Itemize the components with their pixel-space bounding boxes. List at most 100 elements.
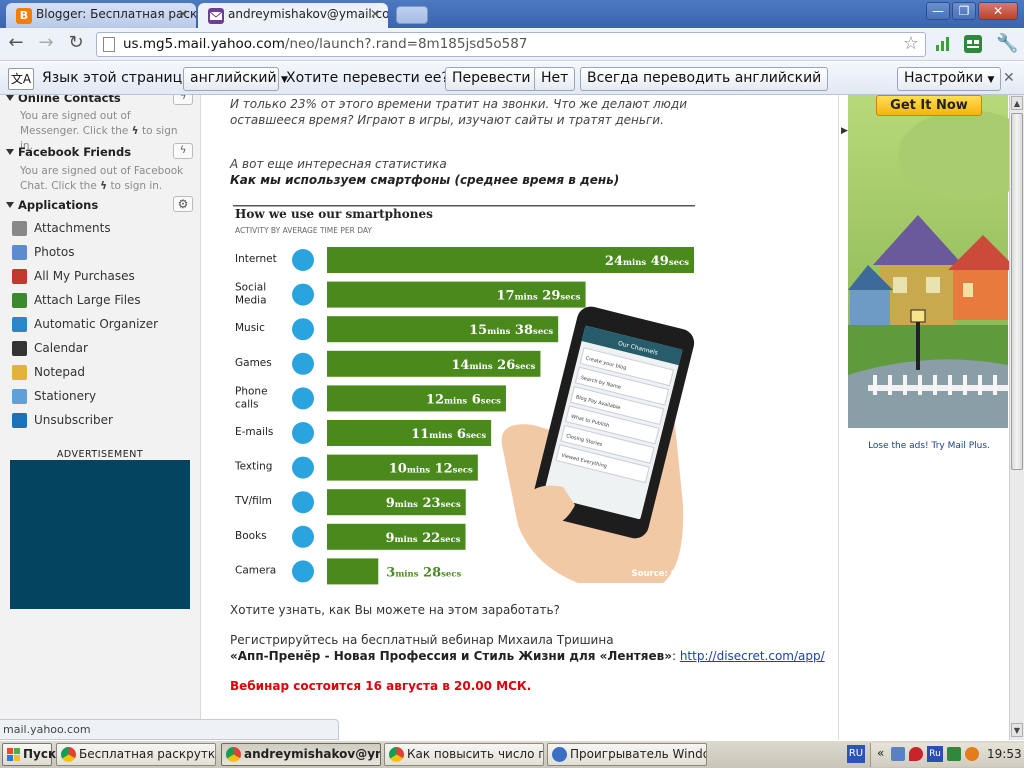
back-icon[interactable]: ← bbox=[4, 32, 28, 56]
plane-icon bbox=[12, 293, 27, 308]
app-item-label: Attach Large Files bbox=[34, 293, 141, 307]
tab-yahoo-mail[interactable]: andreymishakov@ymail.com - ✕ bbox=[198, 3, 388, 28]
facebook-status-icon[interactable]: ϟ bbox=[173, 143, 193, 159]
purchases-icon bbox=[12, 269, 27, 284]
clock[interactable]: 19:53 bbox=[987, 747, 1022, 761]
translate-button[interactable]: Перевести bbox=[445, 67, 538, 91]
bookmark-star-icon[interactable]: ☆ bbox=[903, 33, 919, 54]
always-translate-button[interactable]: Всегда переводить английский bbox=[580, 67, 829, 91]
chevron-down-icon: ▼ bbox=[987, 75, 995, 85]
tray-expand-icon[interactable]: « bbox=[877, 746, 884, 760]
tray-app-icon[interactable] bbox=[947, 747, 961, 761]
scroll-down-icon[interactable]: ▼ bbox=[1011, 723, 1023, 737]
close-tab-icon[interactable]: ✕ bbox=[178, 7, 188, 21]
network-icon[interactable] bbox=[891, 747, 905, 761]
language-bar-icon[interactable]: Ru bbox=[927, 746, 943, 762]
taskbar-task[interactable]: Проигрыватель Windo... bbox=[547, 743, 707, 766]
scroll-up-icon[interactable]: ▲ bbox=[1011, 96, 1023, 110]
app-item-attachments[interactable]: Attachments bbox=[12, 220, 111, 238]
app-item-label: Photos bbox=[34, 245, 75, 259]
page-scrollbar[interactable]: ▲ ▼ bbox=[1009, 95, 1024, 740]
app-item-attach-large-files[interactable]: Attach Large Files bbox=[12, 292, 141, 310]
messenger-status-icon[interactable]: ϟ bbox=[173, 95, 193, 105]
books-icon bbox=[292, 525, 314, 548]
extension-icon[interactable] bbox=[964, 35, 982, 53]
maximize-button[interactable]: ❐ bbox=[952, 2, 976, 20]
settings-button[interactable]: Настройки ▼ bbox=[897, 67, 1002, 91]
app-item-all-my-purchases[interactable]: All My Purchases bbox=[12, 268, 135, 286]
calendar-icon bbox=[12, 341, 27, 356]
tray-app-icon-2[interactable] bbox=[965, 747, 979, 761]
start-button[interactable]: Пуск bbox=[2, 743, 56, 766]
close-window-button[interactable]: ✕ bbox=[978, 2, 1018, 20]
app-item-automatic-organizer[interactable]: Automatic Organizer bbox=[12, 316, 158, 334]
sign-in-icon[interactable]: ϟ bbox=[132, 125, 139, 137]
antivirus-icon[interactable] bbox=[909, 747, 923, 761]
app-item-stationery[interactable]: Stationery bbox=[12, 388, 96, 406]
windows-taskbar: Пуск Бесплатная раскрутка ... andreymisha… bbox=[0, 740, 1024, 768]
envelope-icon bbox=[292, 422, 314, 444]
ad-arrow-icon[interactable]: ▶ bbox=[841, 126, 848, 136]
category-label: Social bbox=[235, 282, 266, 294]
category-label: Texting bbox=[234, 461, 272, 473]
settings-button-label: Настройки bbox=[904, 70, 984, 86]
email-line-2: оставшееся время? Играют в игры, изучают… bbox=[230, 113, 664, 127]
lose-ads-link[interactable]: Lose the ads! Try Mail Plus. bbox=[849, 441, 1009, 451]
app-item-label: Stationery bbox=[34, 389, 97, 403]
signal-bars-icon[interactable] bbox=[935, 36, 951, 52]
facebook-friends-header[interactable]: Facebook Friends bbox=[5, 145, 131, 159]
tab-blogger[interactable]: B Blogger: Бесплатная раскру ✕ bbox=[6, 3, 196, 28]
category-label: calls bbox=[235, 398, 259, 410]
get-it-now-button[interactable]: Get It Now bbox=[876, 95, 982, 116]
app-item-unsubscriber[interactable]: Unsubscriber bbox=[12, 412, 113, 430]
right-advertisement: Get It Now ▶ Lose the ads! Try Mail Plus… bbox=[838, 95, 1019, 740]
close-tab-icon[interactable]: ✕ bbox=[370, 7, 380, 21]
translate-question: Язык этой страницы bbox=[42, 70, 194, 86]
category-label: Media bbox=[235, 295, 267, 307]
chrome-icon bbox=[226, 747, 241, 762]
wrench-icon[interactable]: 🔧 bbox=[996, 33, 1018, 54]
status-bubble: mail.yahoo.com bbox=[0, 719, 339, 740]
bar-value-label: 3mins 28secs bbox=[386, 565, 461, 580]
browser-toolbar: ← → ↻ us.mg5.mail.yahoo.com/neo/launch?.… bbox=[0, 28, 1024, 61]
online-contacts-header[interactable]: Online Contacts bbox=[6, 95, 121, 105]
app-item-label: All My Purchases bbox=[34, 269, 135, 283]
webinar-line: «Апп-Пренёр - Новая Профессия и Стиль Жи… bbox=[230, 649, 825, 663]
taskbar-task-label: andreymishakov@ym... bbox=[244, 747, 380, 761]
advertisement-box[interactable] bbox=[10, 460, 190, 609]
mobile-phone-icon bbox=[292, 456, 314, 479]
reload-icon[interactable]: ↻ bbox=[64, 32, 88, 56]
chart-svg: How we use our smartphones ACTIVITY BY AV… bbox=[233, 205, 695, 585]
camera-icon bbox=[292, 560, 314, 583]
gear-icon[interactable]: ⚙ bbox=[173, 196, 193, 212]
tab-title: Blogger: Бесплатная раскру bbox=[36, 7, 196, 21]
smartphone-illustration: Our ChannelsCreate your blogSearch by Na… bbox=[501, 306, 695, 583]
email-line-4: Как мы используем смартфоны (среднее вре… bbox=[230, 173, 620, 187]
app-item-calendar[interactable]: Calendar bbox=[12, 340, 88, 358]
globe-icon bbox=[292, 249, 314, 271]
taskbar-task[interactable]: andreymishakov@ym... bbox=[221, 743, 381, 766]
sign-in-icon[interactable]: ϟ bbox=[100, 180, 107, 192]
category-label: TV/film bbox=[234, 495, 272, 507]
address-bar[interactable]: us.mg5.mail.yahoo.com/neo/launch?.rand=8… bbox=[96, 32, 926, 57]
new-tab-button[interactable] bbox=[396, 6, 428, 24]
minimize-button[interactable]: — bbox=[926, 2, 950, 20]
app-item-photos[interactable]: Photos bbox=[12, 244, 74, 262]
taskbar-task[interactable]: Как повысить число пр... bbox=[384, 743, 544, 766]
translate-bar: 文A Язык этой страницы английский ▼ Хотит… bbox=[0, 62, 1024, 95]
scrollbar-thumb[interactable] bbox=[1011, 113, 1023, 470]
app-item-notepad[interactable]: Notepad bbox=[12, 364, 85, 382]
keyboard-language-indicator[interactable]: RU bbox=[847, 745, 865, 763]
webinar-sep: : bbox=[671, 649, 676, 663]
taskbar-task[interactable]: Бесплатная раскрутка ... bbox=[56, 743, 216, 766]
no-button[interactable]: Нет bbox=[534, 67, 576, 91]
category-label: Internet bbox=[235, 253, 277, 265]
forward-icon[interactable]: → bbox=[34, 32, 58, 56]
app-item-label: Calendar bbox=[34, 341, 88, 355]
webinar-link[interactable]: http://disecret.com/app/ bbox=[680, 649, 825, 663]
paperclip-icon bbox=[12, 221, 27, 236]
email-line-1: И только 23% от этого времени тратит на … bbox=[230, 97, 687, 111]
close-translate-icon[interactable]: ✕ bbox=[1003, 70, 1015, 86]
applications-header[interactable]: Applications bbox=[5, 198, 98, 212]
language-select[interactable]: английский ▼ bbox=[183, 67, 288, 91]
